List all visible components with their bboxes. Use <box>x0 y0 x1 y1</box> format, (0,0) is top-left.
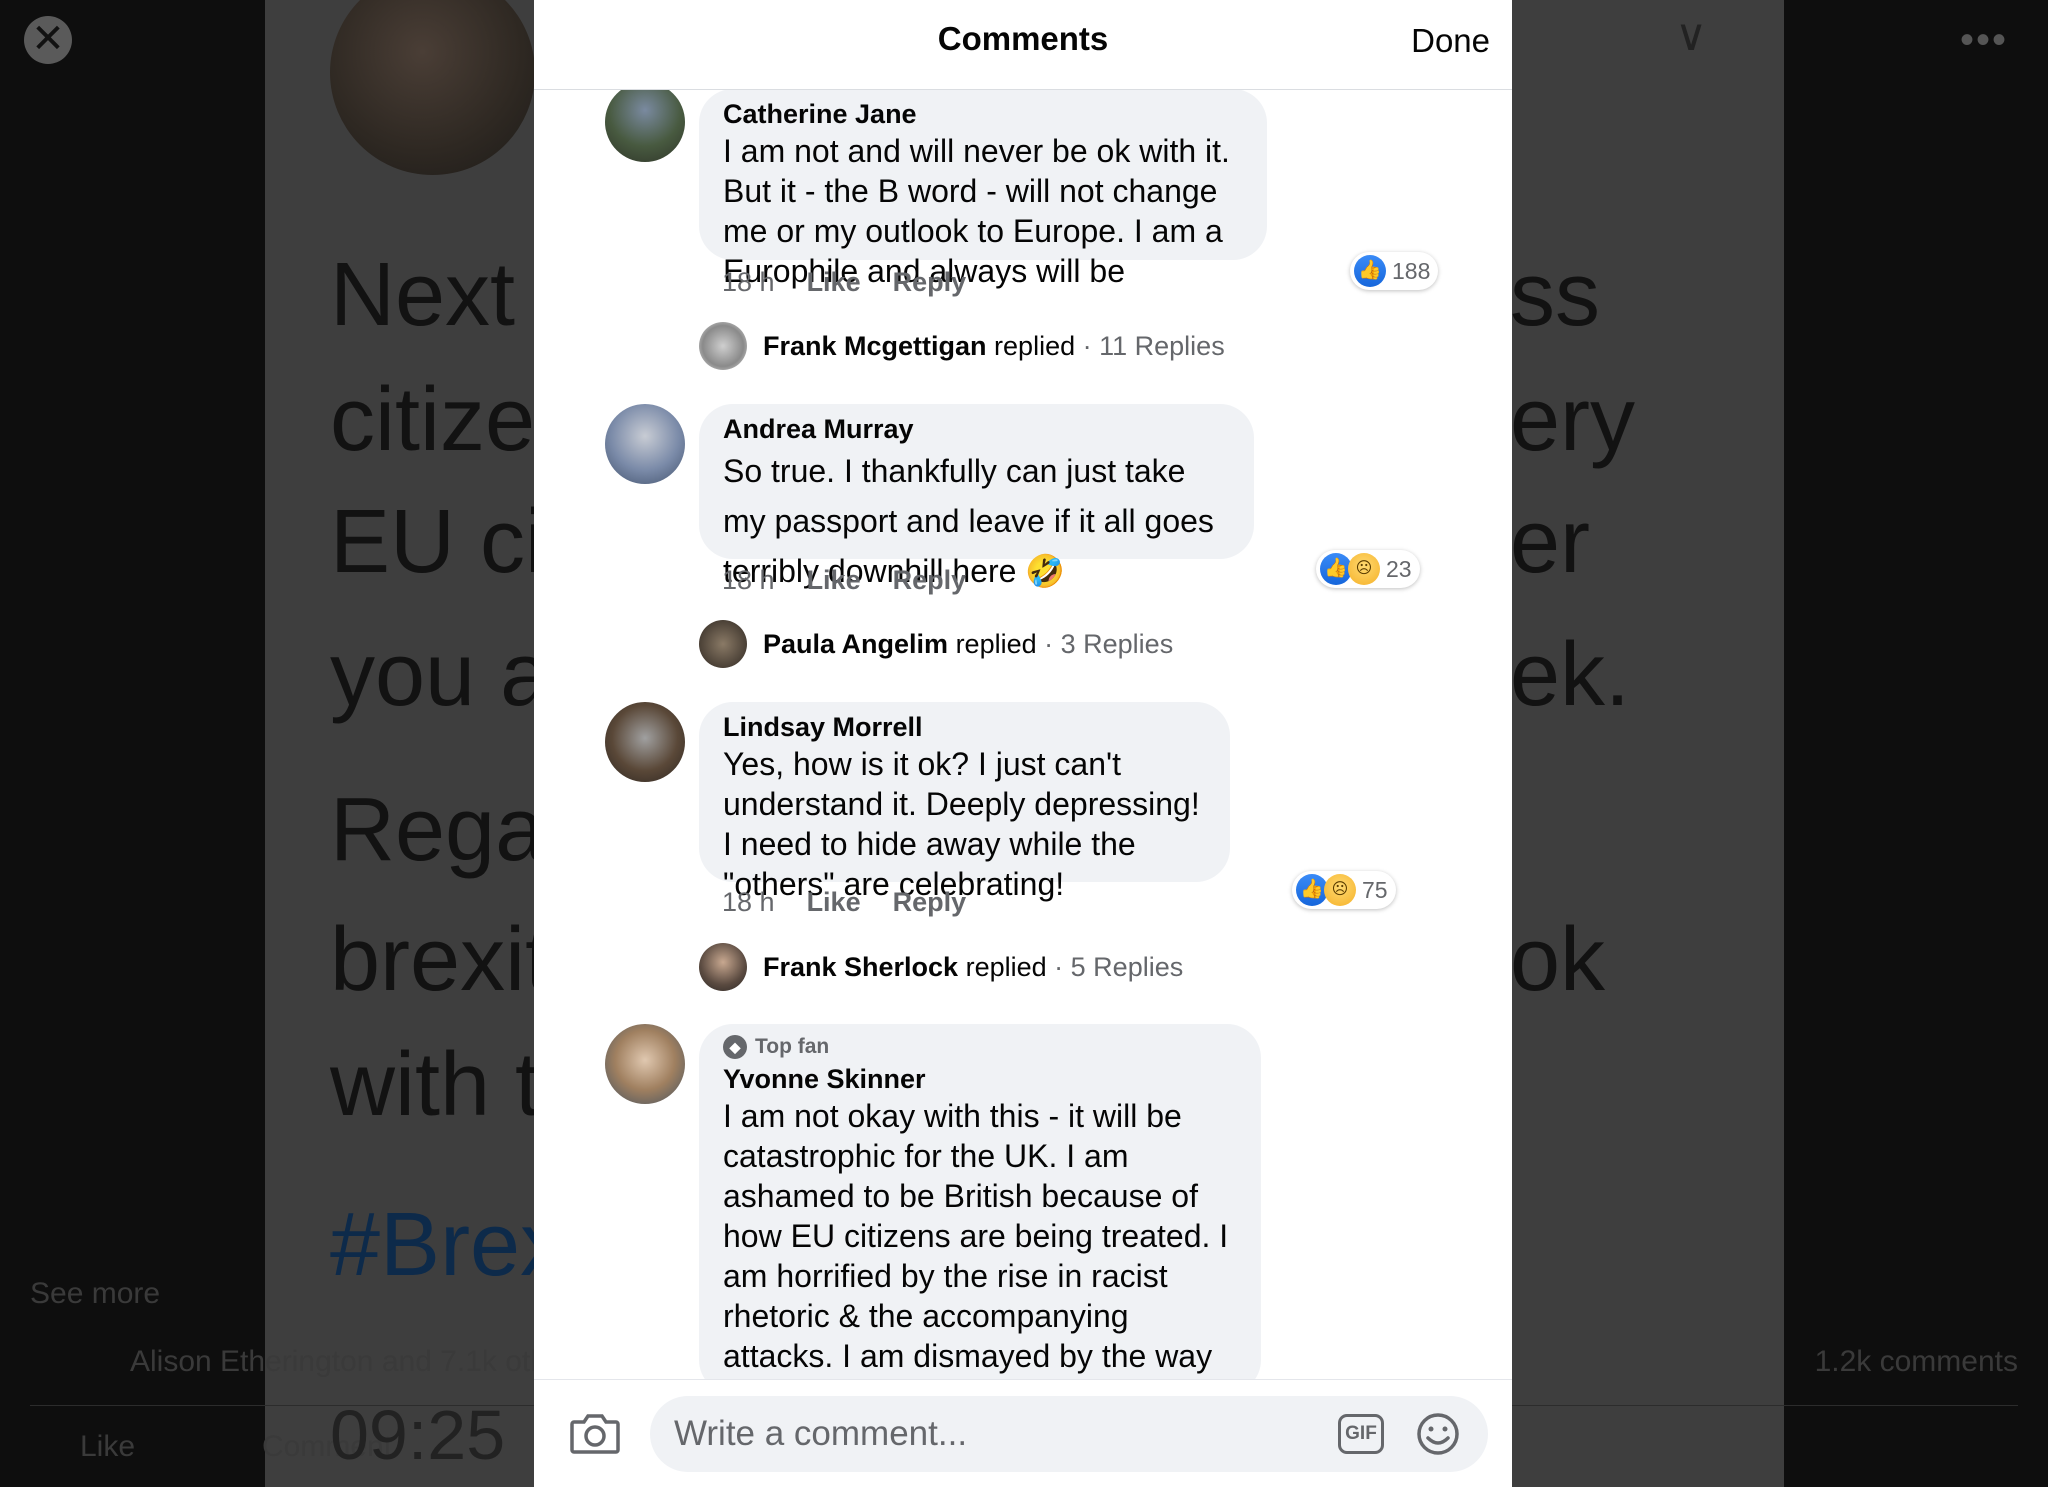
post-text-line-right: er <box>1510 492 1591 592</box>
avatar[interactable] <box>605 702 685 782</box>
avatar <box>699 322 747 370</box>
post-text-line-right: ss <box>1510 245 1600 345</box>
comment-author[interactable]: Andrea Murray <box>723 412 1230 446</box>
comment-time: 18 h <box>722 887 775 917</box>
reply-author: Paula Angelim <box>763 628 949 659</box>
post-text-line: citizer <box>330 370 566 470</box>
reactors-summary[interactable]: Alison Etherington and 7.1k othe <box>130 1345 564 1379</box>
reply-verb: replied <box>955 628 1037 659</box>
like-button[interactable]: Like <box>807 887 861 918</box>
reaction-count: 188 <box>1392 257 1431 284</box>
post-text-line-right: ek. <box>1510 625 1631 725</box>
reply-count: · 11 Replies <box>1082 330 1225 361</box>
reaction-count: 23 <box>1386 555 1412 582</box>
time-overlay: 09:25 <box>330 1396 506 1474</box>
comment-text: Yes, how is it ok? I just can't understa… <box>723 746 1200 902</box>
avatar <box>699 620 747 668</box>
avatar <box>699 943 747 991</box>
avatar[interactable] <box>605 1024 685 1104</box>
comment-bubble: Lindsay Morrell Yes, how is it ok? I jus… <box>699 702 1230 902</box>
reply-button[interactable]: Reply <box>893 267 967 298</box>
reply-count: · 3 Replies <box>1044 628 1174 659</box>
post-text-line: with t <box>330 1035 541 1135</box>
chevron-down-icon[interactable]: ∨ <box>1675 10 1707 61</box>
post-text-line: you a <box>330 625 551 725</box>
comment-actions: 18 h Like Reply <box>722 887 966 918</box>
comment-actions: 18 h Like Reply <box>722 565 966 596</box>
reply-count: · 5 Replies <box>1054 951 1184 982</box>
comment-actions: 18 h Like Reply <box>722 267 966 298</box>
post-author-avatar <box>330 0 535 175</box>
post-text-line: Next I <box>330 245 566 345</box>
reply-author: Frank Mcgettigan <box>763 330 987 361</box>
comment-input[interactable]: Write a comment... GIF <box>650 1396 1488 1472</box>
like-button[interactable]: Like <box>807 267 861 298</box>
post-text-line-right: ok <box>1510 910 1606 1010</box>
comment-author[interactable]: Catherine Jane <box>723 97 1243 131</box>
more-icon[interactable]: ••• <box>1960 18 2008 63</box>
emoji-icon[interactable] <box>1416 1412 1460 1456</box>
comments-count[interactable]: 1.2k comments <box>1815 1345 2018 1379</box>
thumbs-up-icon: 👍 <box>1354 255 1386 287</box>
comment-time: 18 h <box>722 267 775 297</box>
avatar[interactable] <box>605 82 685 162</box>
post-text-line: brexit <box>330 910 551 1010</box>
diamond-icon: ◆ <box>723 1035 747 1059</box>
post-text-line-right: ery <box>1510 370 1636 470</box>
top-fan-badge: ◆ Top fan <box>723 1032 1237 1062</box>
comment-bubble: Catherine Jane I am not and will never b… <box>699 89 1267 289</box>
reply-button[interactable]: Reply <box>893 887 967 918</box>
like-button[interactable]: Like <box>807 565 861 596</box>
reaction-summary[interactable]: 👍 188 <box>1350 252 1439 290</box>
sad-face-icon: ☹ <box>1324 874 1356 906</box>
comment-input-placeholder: Write a comment... <box>674 1414 968 1453</box>
gif-icon[interactable]: GIF <box>1338 1414 1384 1454</box>
reply-author: Frank Sherlock <box>763 951 959 982</box>
reaction-summary[interactable]: 👍 ☹ 75 <box>1292 871 1396 909</box>
reply-verb: replied <box>994 330 1076 361</box>
panel-title: Comments <box>937 20 1109 57</box>
done-button[interactable]: Done <box>1411 22 1490 60</box>
post-hashtag: #Brex <box>330 1195 566 1295</box>
replies-link[interactable]: Frank Sherlock replied · 5 Replies <box>699 943 1183 991</box>
reply-button[interactable]: Reply <box>893 565 967 596</box>
comment-author[interactable]: Yvonne Skinner <box>723 1062 1237 1096</box>
comment-composer: Write a comment... GIF <box>534 1379 1512 1487</box>
replies-link[interactable]: Frank Mcgettigan replied · 11 Replies <box>699 322 1225 370</box>
comment-bubble: ◆ Top fan Yvonne Skinner I am not okay w… <box>699 1024 1261 1454</box>
reaction-count: 75 <box>1362 876 1388 903</box>
comment-time: 18 h <box>722 565 775 595</box>
comments-panel: Comments Done Catherine Jane I am not an… <box>534 0 1512 1487</box>
reaction-summary[interactable]: 👍 ☹ 23 <box>1316 550 1420 588</box>
comment-author[interactable]: Lindsay Morrell <box>723 710 1206 744</box>
avatar[interactable] <box>605 404 685 484</box>
camera-icon[interactable] <box>570 1410 620 1456</box>
post-like-button[interactable]: Like <box>80 1430 135 1464</box>
panel-header: Comments Done <box>534 0 1512 90</box>
see-more-link[interactable]: See more <box>30 1277 160 1311</box>
sad-face-icon: ☹ <box>1348 553 1380 585</box>
comment-bubble: Andrea Murray So true. I thankfully can … <box>699 404 1254 589</box>
reply-verb: replied <box>965 951 1047 982</box>
replies-link[interactable]: Paula Angelim replied · 3 Replies <box>699 620 1173 668</box>
close-icon[interactable]: ✕ <box>24 16 72 64</box>
top-fan-label: Top fan <box>755 1035 830 1058</box>
